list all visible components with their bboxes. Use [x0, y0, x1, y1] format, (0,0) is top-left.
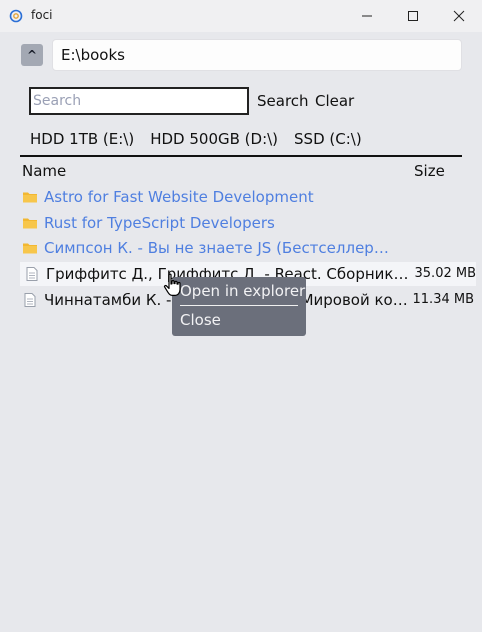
drive-list: HDD 1TB (E:\) HDD 500GB (D:\) SSD (C:\)	[30, 130, 362, 150]
close-menu-item[interactable]: Close	[180, 311, 221, 329]
drive-item-d[interactable]: HDD 500GB (D:\)	[150, 130, 278, 150]
list-item[interactable]: Rust for TypeScript Developers	[22, 211, 474, 235]
maximize-icon	[408, 11, 418, 21]
document-icon	[24, 293, 36, 307]
hand-cursor-icon	[163, 273, 181, 296]
list-item[interactable]: Симпсон К. - Вы не знаете JS (Бестселлер…	[22, 236, 474, 260]
list-item[interactable]: Astro for Fast Website Development	[22, 185, 474, 209]
folder-name: Симпсон К. - Вы не знаете JS (Бестселлер…	[44, 239, 400, 257]
minimize-icon	[362, 15, 372, 17]
drive-item-e[interactable]: HDD 1TB (E:\)	[30, 130, 134, 150]
drive-item-c[interactable]: SSD (C:\)	[294, 130, 362, 150]
path-input[interactable]: E:\books	[52, 39, 462, 71]
file-size: 35.02 MB	[414, 266, 476, 281]
window-title: foci	[31, 8, 53, 22]
clear-button[interactable]: Clear	[315, 92, 354, 110]
document-icon	[26, 267, 38, 281]
folder-name: Astro for Fast Website Development	[44, 188, 314, 206]
folder-icon	[23, 243, 37, 254]
close-icon	[453, 10, 465, 22]
divider	[20, 155, 462, 157]
minimize-button[interactable]	[344, 0, 390, 32]
folder-icon	[23, 218, 37, 229]
close-window-button[interactable]	[436, 0, 482, 32]
folder-name: Rust for TypeScript Developers	[44, 214, 275, 232]
context-menu: Open in explorer Close	[172, 277, 306, 336]
open-in-explorer-menu-item[interactable]: Open in explorer	[180, 282, 305, 300]
folder-icon	[23, 192, 37, 203]
maximize-button[interactable]	[390, 0, 436, 32]
parent-directory-button[interactable]: ^	[21, 44, 43, 66]
app-logo-icon	[9, 9, 23, 23]
file-size: 11.34 MB	[412, 292, 474, 307]
column-header-size[interactable]: Size	[414, 162, 445, 180]
column-header-name[interactable]: Name	[22, 162, 66, 180]
search-button[interactable]: Search	[257, 92, 309, 110]
title-bar: foci	[0, 0, 482, 32]
up-button-label: ^	[26, 48, 38, 62]
menu-separator	[180, 305, 298, 306]
search-input[interactable]: Search	[29, 87, 249, 115]
